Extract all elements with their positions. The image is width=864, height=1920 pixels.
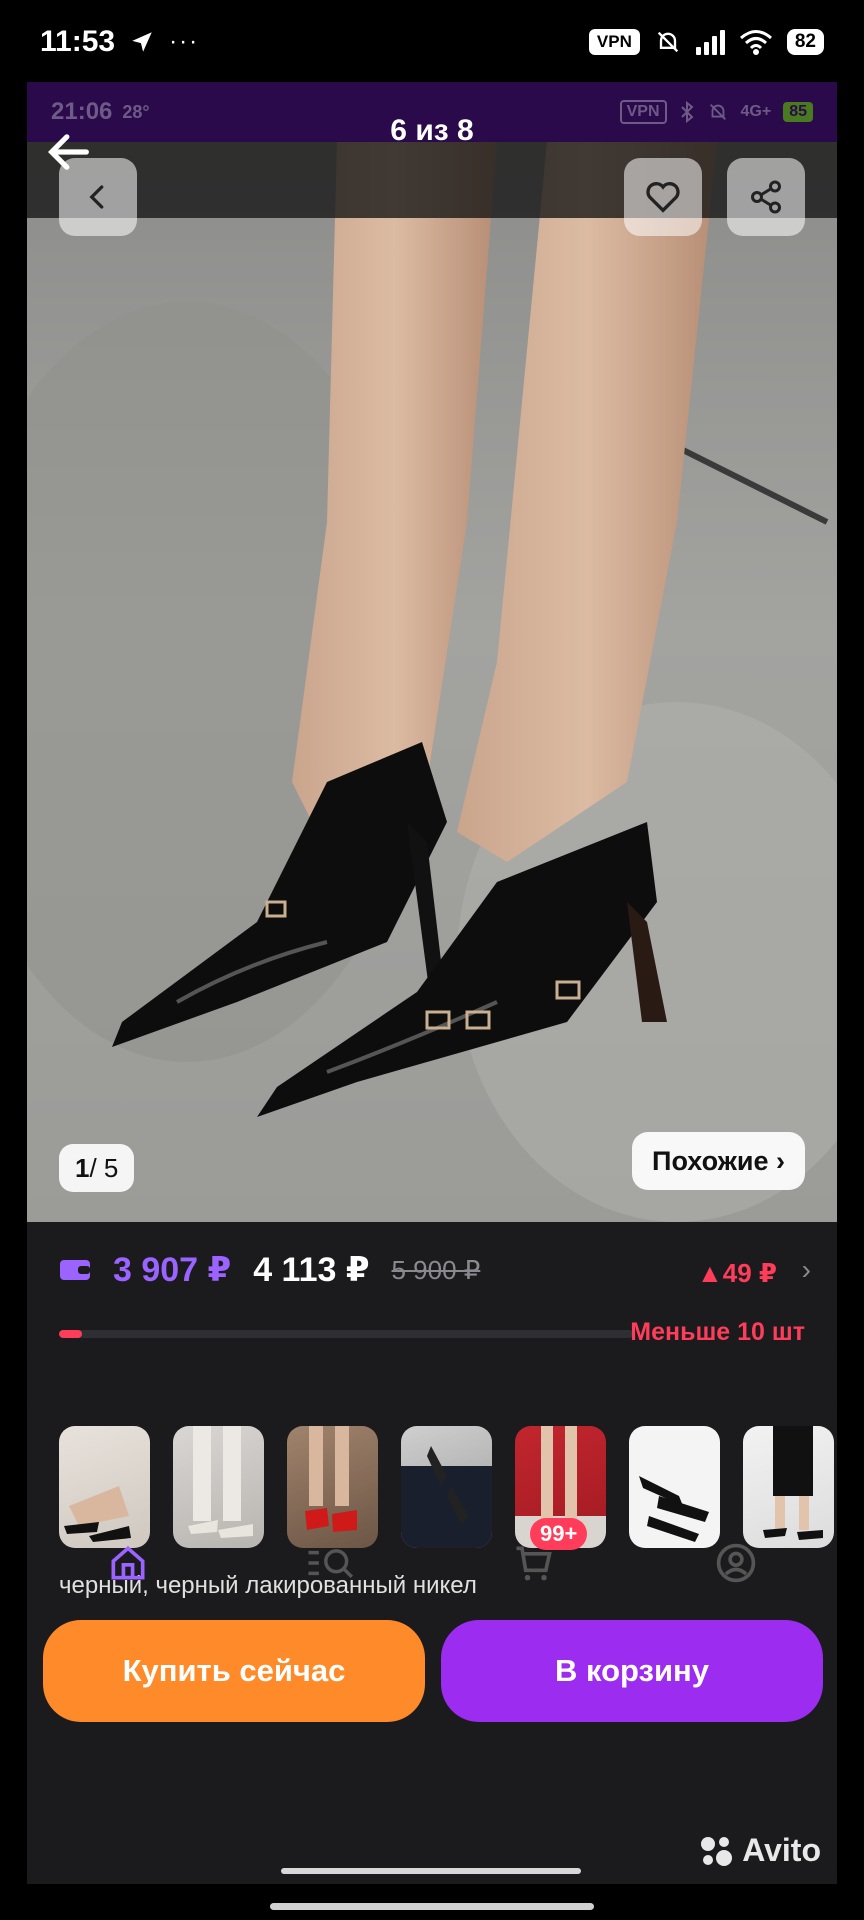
add-to-cart-button[interactable]: В корзину (441, 1620, 823, 1722)
system-status-bar: 11:53 ··· VPN 82 (0, 0, 864, 84)
photo-counter: 1 / 5 (59, 1144, 135, 1192)
stock-label: Меньше 10 шт (630, 1318, 805, 1346)
wallet-price: 3 907 ₽ (113, 1251, 232, 1289)
stock-progress-fill (59, 1330, 82, 1338)
chevron-left-icon (89, 185, 104, 209)
photo-counter-current: 1 (75, 1152, 90, 1183)
viewer-page-counter: 6 из 8 (390, 114, 474, 147)
avito-logo-text: Avito (742, 1832, 821, 1868)
avito-watermark: Avito (698, 1832, 821, 1869)
inner-home-indicator (281, 1868, 581, 1874)
chevron-right-icon[interactable]: › (802, 1254, 811, 1286)
price-card: 3 907 ₽ 4 113 ₽ 5 900 ₽ ▲49 ₽ › Меньше 1… (27, 1222, 837, 1372)
cart-count-badge: 99+ (530, 1518, 588, 1550)
stock-progress-bar (59, 1330, 633, 1338)
status-left-icons: ··· (129, 28, 199, 56)
profile-icon (716, 1543, 755, 1583)
status-time: 11:53 (40, 25, 116, 58)
product-photo[interactable] (27, 142, 837, 1222)
similar-button[interactable]: Похожие › (632, 1132, 805, 1190)
variants-card: черный, черный лакированный никел Купить… (27, 1392, 837, 1884)
share-icon (751, 180, 781, 214)
old-price: 5 900 ₽ (391, 1254, 481, 1285)
nav-catalog-search[interactable] (230, 1518, 433, 1608)
battery-indicator: 82 (786, 29, 824, 55)
vpn-badge: VPN (588, 29, 640, 55)
bell-muted-icon (657, 31, 679, 53)
heart-icon (646, 182, 680, 213)
back-button[interactable] (59, 158, 137, 236)
nav-home[interactable] (27, 1518, 230, 1608)
location-arrow-icon (132, 32, 152, 52)
home-icon (111, 1545, 145, 1580)
catalog-search-icon (308, 1549, 353, 1579)
bottom-navigation: 99+ (27, 1518, 837, 1608)
embedded-screenshot: 21:06 28° VPN 4G+ 85 6 из 8 1 / 5 Похожи… (27, 82, 837, 1884)
avito-logo-icon (701, 1836, 733, 1866)
nav-profile[interactable] (635, 1518, 838, 1608)
home-indicator[interactable] (270, 1903, 594, 1910)
signal-icon (695, 29, 725, 55)
nav-cart[interactable]: 99+ (432, 1518, 635, 1608)
photo-viewer-bar (27, 142, 837, 218)
price-change-badge[interactable]: ▲49 ₽ (697, 1258, 777, 1289)
current-price: 4 113 ₽ (253, 1251, 370, 1289)
wifi-icon (739, 30, 772, 55)
favorite-button[interactable] (624, 158, 702, 236)
share-button[interactable] (727, 158, 805, 236)
product-photo-image (27, 142, 837, 1222)
more-notifications-icon: ··· (169, 28, 200, 55)
wallet-icon (60, 1260, 90, 1280)
buy-now-button[interactable]: Купить сейчас (43, 1620, 425, 1722)
photo-counter-total: / 5 (89, 1152, 119, 1183)
